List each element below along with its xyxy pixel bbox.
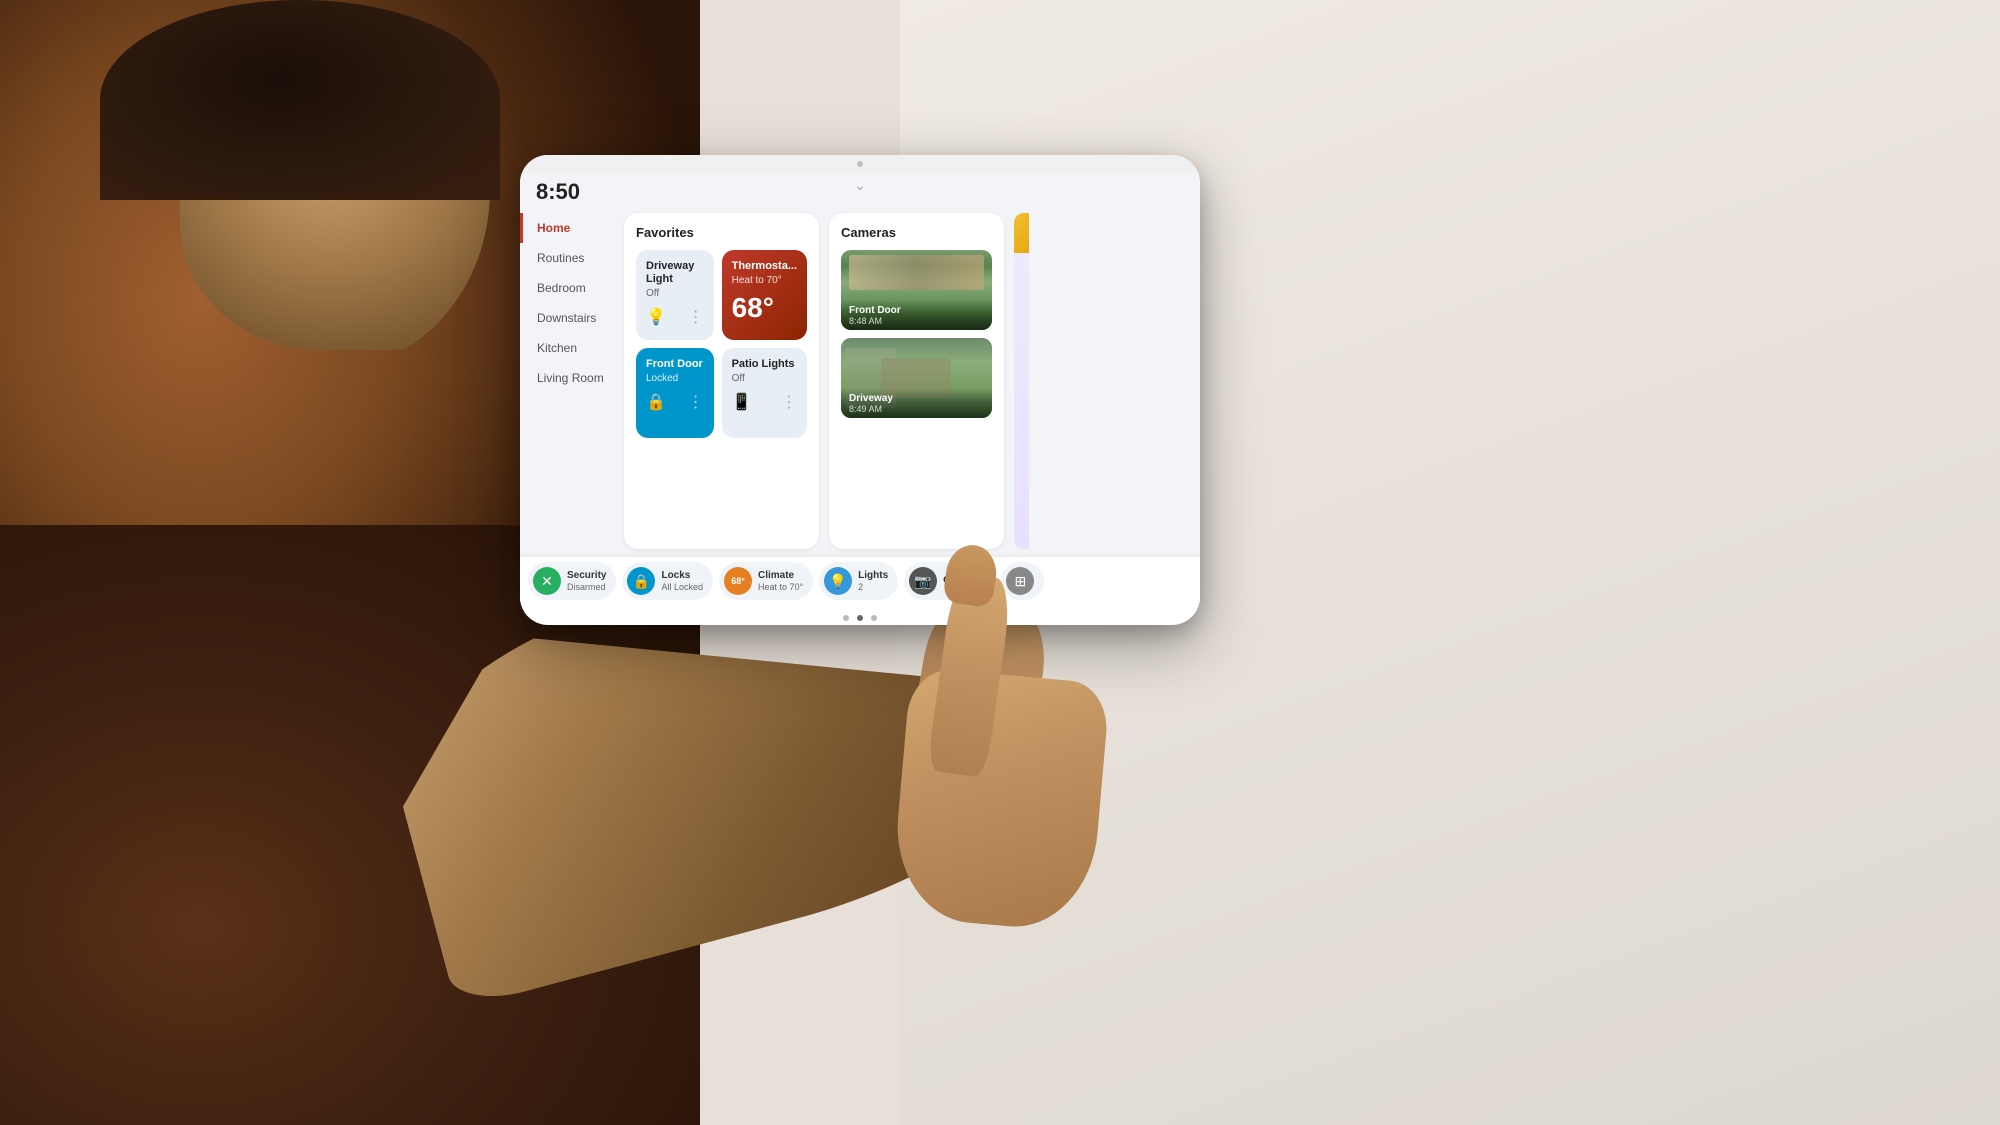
thermostat-status: Heat to 70° [732,275,797,286]
front-door-camera-overlay: Front Door 8:48 AM [841,301,992,330]
climate-value: Heat to 70° [758,582,803,592]
lights-text: Lights 2 [858,570,888,592]
locks-label: Locks [661,570,703,582]
nav-dot-2[interactable] [857,615,863,621]
front-door-status: Locked [646,373,704,384]
climate-text: Climate Heat to 70° [758,570,803,592]
tablet-device: 8:50 ⌄ Home Routines Bedroom Downstairs [520,155,1200,625]
security-icon: ✕ [533,567,561,595]
security-text: Security Disarmed [567,570,606,592]
cameras-chip-label: Cameras [943,575,985,587]
favorites-title: Favorites [636,225,807,240]
lights-icon: 💡 [824,567,852,595]
tablet-top-bar [520,155,1200,173]
front-door-camera-time: 8:48 AM [849,316,984,326]
partial-panel [1014,213,1029,549]
patio-lights-status: Off [732,373,797,384]
driveway-light-bottom: 💡 ⋮ [646,307,704,327]
driveway-camera[interactable]: Driveway 8:49 AM [841,338,992,418]
grid-chip[interactable]: ⊞ [1001,562,1044,600]
locks-icon: 🔒 [627,567,655,595]
chevron-icon: ⌄ [520,177,1200,194]
patio-lights-tile[interactable]: Patio Lights Off 📱 ⋮ [722,348,807,438]
thermostat-tile[interactable]: Thermosta... Heat to 70° 68° [722,250,807,340]
front-door-menu[interactable]: ⋮ [688,392,704,412]
front-door-tile[interactable]: Front Door Locked 🔒 ⋮ [636,348,714,438]
thermostat-name: Thermosta... [732,260,797,273]
sidebar-item-home[interactable]: Home [520,213,620,243]
patio-lights-bottom: 📱 ⋮ [732,392,797,412]
locks-text: Locks All Locked [661,570,703,592]
bulb-icon: 💡 [646,307,666,327]
lights-value: 2 [858,582,888,592]
climate-chip[interactable]: 68° Climate Heat to 70° [719,562,813,600]
cameras-chip[interactable]: 📷 Cameras [904,562,995,600]
partial-yellow [1014,213,1029,253]
sidebar-item-livingroom[interactable]: Living Room [520,363,620,393]
cameras-title: Cameras [841,225,992,240]
person-hair [100,0,500,200]
thermostat-temp: 68° [732,292,797,324]
front-door-camera-name: Front Door [849,305,984,316]
security-label: Security [567,570,606,582]
tablet-camera [857,161,863,167]
driveway-camera-name: Driveway [849,393,984,404]
status-bar: ✕ Security Disarmed 🔒 Locks All Locked 6… [520,557,1200,605]
tablet-screen: 8:50 ⌄ Home Routines Bedroom Downstairs [520,173,1200,605]
patio-lights-name: Patio Lights [732,358,797,371]
sidebar: Home Routines Bedroom Downstairs Kitchen… [520,205,620,557]
sidebar-item-downstairs[interactable]: Downstairs [520,303,620,333]
climate-label: Climate [758,570,803,582]
front-door-camera[interactable]: Front Door 8:48 AM [841,250,992,330]
front-door-bottom: 🔒 ⋮ [646,392,704,412]
nav-dot-1[interactable] [843,615,849,621]
lights-label: Lights [858,570,888,582]
grid-icon: ⊞ [1006,567,1034,595]
driveway-light-tile[interactable]: Driveway Light Off 💡 ⋮ [636,250,714,340]
driveway-camera-time: 8:49 AM [849,404,984,414]
lights-chip[interactable]: 💡 Lights 2 [819,562,898,600]
favorites-grid: Driveway Light Off 💡 ⋮ Thermosta... Heat… [636,250,807,438]
navigation-dots [520,615,1200,621]
patio-icon: 📱 [732,392,752,412]
sidebar-item-routines[interactable]: Routines [520,243,620,273]
cameras-panel: Cameras Front Door 8:48 AM [829,213,1004,549]
screen-header: 8:50 ⌄ [520,173,1200,205]
driveway-light-menu[interactable]: ⋮ [688,307,704,327]
driveway-light-name: Driveway Light [646,260,704,286]
nav-dot-3[interactable] [871,615,877,621]
locks-chip[interactable]: 🔒 Locks All Locked [622,562,713,600]
patio-lights-menu[interactable]: ⋮ [781,392,797,412]
security-chip[interactable]: ✕ Security Disarmed [528,562,616,600]
sidebar-item-bedroom[interactable]: Bedroom [520,273,620,303]
climate-icon: 68° [724,567,752,595]
sidebar-item-kitchen[interactable]: Kitchen [520,333,620,363]
lock-icon: 🔒 [646,392,666,412]
locks-value: All Locked [661,582,703,592]
cameras-chip-icon: 📷 [909,567,937,595]
driveway-light-status: Off [646,288,704,299]
favorites-panel: Favorites Driveway Light Off 💡 ⋮ [624,213,819,549]
driveway-camera-overlay: Driveway 8:49 AM [841,389,992,418]
security-value: Disarmed [567,582,606,592]
front-door-name: Front Door [646,358,704,371]
cameras-text: Cameras [943,575,985,587]
